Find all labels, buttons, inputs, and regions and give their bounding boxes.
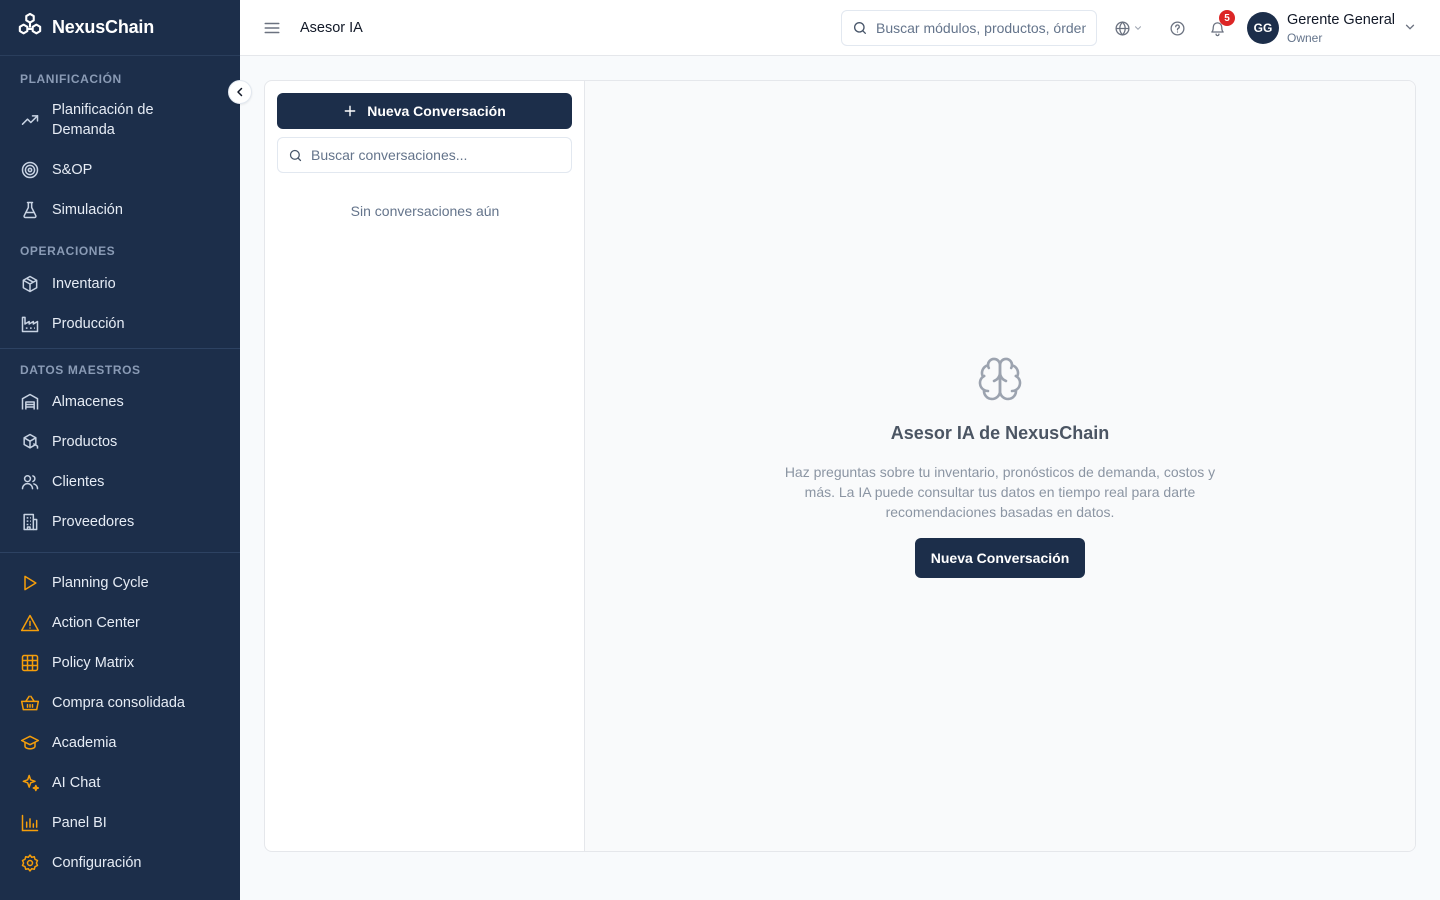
sidebar-item-configuracion[interactable]: Configuración <box>0 843 240 883</box>
sidebar-item-label: Simulación <box>52 202 123 218</box>
section-title-operaciones: OPERACIONES <box>20 244 116 258</box>
sidebar-item-label: Proveedores <box>52 514 135 530</box>
conversations-empty-text: Sin conversaciones aún <box>350 203 500 219</box>
sidebar-item-sop[interactable]: S&OP <box>0 150 240 190</box>
sidebar-item-label: Inventario <box>52 276 116 292</box>
sidebar-item-policy-matrix[interactable]: Policy Matrix <box>0 643 240 683</box>
chat-empty-title: Asesor IA de NexusChain <box>890 423 1110 443</box>
advisor-card: Nueva Conversación Sin conversaciones aú… <box>264 80 1416 852</box>
basket-icon <box>20 693 40 713</box>
building-icon <box>20 512 40 532</box>
sparkles-icon <box>20 773 40 793</box>
sidebar-item-label: AI Chat <box>52 775 101 791</box>
sidebar-item-label: Policy Matrix <box>52 655 135 671</box>
chat-empty-state: Asesor IA de NexusChain Haz preguntas so… <box>585 355 1415 578</box>
chevron-down-icon <box>1403 20 1419 34</box>
sidebar-item-panel-bi[interactable]: Panel BI <box>0 803 240 843</box>
sidebar-item-label: Panel BI <box>52 815 107 831</box>
global-search[interactable] <box>841 10 1097 46</box>
sidebar-item-label: S&OP <box>52 162 93 178</box>
section-title-datos-maestros: DATOS MAESTROS <box>20 363 141 377</box>
trending-up-icon <box>20 110 40 130</box>
sidebar-item-label: Academia <box>52 735 117 751</box>
factory-icon <box>20 314 40 334</box>
plus-icon <box>343 104 357 118</box>
menu-button[interactable] <box>262 18 282 38</box>
sidebar-item-label: Producción <box>52 316 125 332</box>
section-title-planificacion: PLANIFICACIÓN <box>20 72 122 86</box>
boxes-icon <box>20 432 40 452</box>
topbar: Asesor IA 5 GG Gerente General Owner <box>240 0 1440 56</box>
sidebar-item-almacenes[interactable]: Almacenes <box>0 382 240 422</box>
sidebar-item-label: Configuración <box>52 855 142 871</box>
sidebar-item-label: Almacenes <box>52 394 124 410</box>
sidebar-item-clientes[interactable]: Clientes <box>0 462 240 502</box>
sidebar-item-action-center[interactable]: Action Center <box>0 603 240 643</box>
sidebar-item-planning-cycle[interactable]: Planning Cycle <box>0 563 240 603</box>
collapse-sidebar-button[interactable] <box>228 80 252 104</box>
grid-icon <box>20 653 40 673</box>
global-search-input[interactable] <box>876 20 1086 36</box>
sidebar-item-planificacion-demanda[interactable]: Planificación de Demanda <box>0 90 240 150</box>
nexuschain-logo-icon <box>16 11 44 44</box>
hamburger-icon <box>263 19 281 37</box>
help-circle-icon <box>1169 20 1186 37</box>
bar-chart-icon <box>20 813 40 833</box>
sidebar-item-inventario[interactable]: Inventario <box>0 264 240 304</box>
search-icon <box>288 148 303 163</box>
user-name[interactable]: Gerente General <box>1287 12 1395 28</box>
help-button[interactable] <box>1167 18 1187 38</box>
sidebar-item-productos[interactable]: Productos <box>0 422 240 462</box>
sidebar-item-compra-consolidada[interactable]: Compra consolidada <box>0 683 240 723</box>
chat-area: Asesor IA de NexusChain Haz preguntas so… <box>585 81 1415 851</box>
new-conversation-button[interactable]: Nueva Conversación <box>277 93 572 129</box>
brand-name: NexusChain <box>52 17 155 37</box>
brain-icon <box>976 355 1024 403</box>
notifications-badge: 5 <box>1219 10 1235 26</box>
language-selector[interactable] <box>1111 18 1145 38</box>
target-icon <box>20 160 40 180</box>
conversations-panel: Nueva Conversación Sin conversaciones aú… <box>265 81 585 851</box>
sidebar-item-proveedores[interactable]: Proveedores <box>0 502 240 542</box>
sidebar-item-simulacion[interactable]: Simulación <box>0 190 240 230</box>
sidebar-item-label: Action Center <box>52 615 140 631</box>
package-icon <box>20 274 40 294</box>
conversation-search-input[interactable] <box>311 147 561 163</box>
start-conversation-button[interactable]: Nueva Conversación <box>914 538 1086 578</box>
user-role: Owner <box>1287 31 1323 45</box>
sidebar-item-produccion[interactable]: Producción <box>0 304 240 344</box>
warehouse-icon <box>20 392 40 412</box>
avatar[interactable]: GG <box>1247 12 1279 44</box>
brand[interactable]: NexusChain <box>0 0 240 56</box>
users-icon <box>20 472 40 492</box>
flask-icon <box>20 200 40 220</box>
sidebar-item-label: Planificación de Demanda <box>52 102 154 138</box>
page-title: Asesor IA <box>300 19 363 36</box>
conversation-search[interactable] <box>277 137 572 173</box>
search-icon <box>852 20 868 36</box>
chevron-down-icon <box>1133 23 1143 33</box>
alert-triangle-icon <box>20 613 40 633</box>
gear-icon <box>20 853 40 873</box>
user-menu-chevron[interactable] <box>1403 20 1419 36</box>
chevron-left-icon <box>234 86 246 98</box>
new-conversation-label: Nueva Conversación <box>367 103 506 119</box>
chat-empty-description: Haz preguntas sobre tu inventario, pronó… <box>784 464 1216 520</box>
sidebar-item-academia[interactable]: Academia <box>0 723 240 763</box>
sidebar-item-ai-chat[interactable]: AI Chat <box>0 763 240 803</box>
sidebar-item-label: Clientes <box>52 474 105 490</box>
sidebar-item-label: Productos <box>52 434 118 450</box>
sidebar-item-label: Compra consolidada <box>52 695 185 711</box>
sidebar: NexusChain PLANIFICACIÓN Planificación d… <box>0 0 240 900</box>
play-icon <box>20 573 40 593</box>
globe-icon <box>1114 20 1131 37</box>
graduation-cap-icon <box>20 733 40 753</box>
sidebar-item-label: Planning Cycle <box>52 575 149 591</box>
